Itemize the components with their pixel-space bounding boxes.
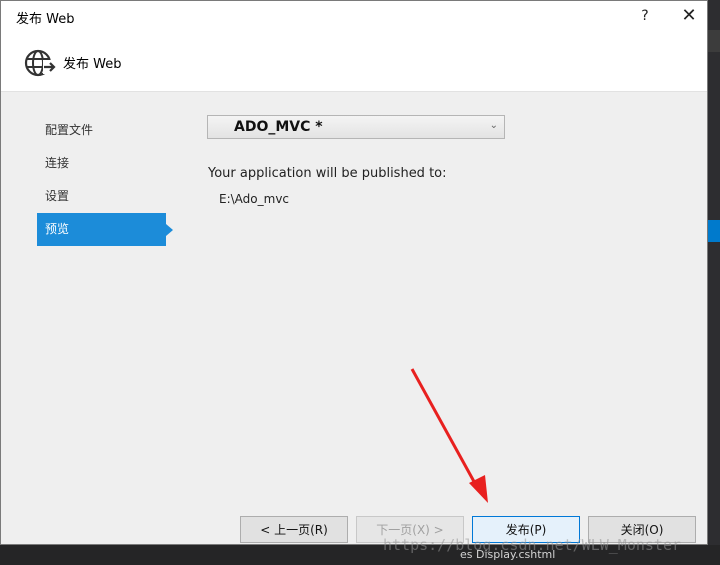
globe-publish-icon — [24, 49, 57, 77]
nav-item-connection[interactable]: 连接 — [37, 147, 167, 180]
header-title: 发布 Web — [63, 57, 122, 72]
chevron-down-icon: ⌄ — [489, 120, 498, 131]
previous-button[interactable]: < 上一页(R) — [240, 516, 348, 543]
nav-item-preview[interactable]: 预览 — [37, 213, 173, 246]
window-title: 发布 Web — [16, 12, 75, 27]
publish-web-dialog: 发布 Web ? ✕ 发布 Web 配置文件 连接 设置 预览 ADO_MVC — [0, 0, 708, 545]
publish-target-label: Your application will be published to: — [208, 166, 447, 181]
nav-item-label: 设置 — [45, 189, 70, 203]
profile-dropdown[interactable]: ADO_MVC * ⌄ — [207, 115, 505, 139]
close-window-button[interactable]: ✕ — [677, 5, 701, 27]
nav-item-label: 预览 — [45, 222, 70, 236]
dialog-header: 发布 Web — [1, 32, 707, 92]
profile-selected-value: ADO_MVC * — [234, 119, 323, 135]
nav-item-profile[interactable]: 配置文件 — [37, 114, 167, 147]
active-pointer-icon — [166, 224, 173, 236]
publish-target-path: E:\Ado_mvc — [219, 192, 290, 206]
nav-item-label: 配置文件 — [45, 123, 94, 137]
watermark-text: https://blog.csdn.net/WLW_Monster — [383, 536, 682, 554]
ide-selection-marker — [708, 220, 720, 242]
title-bar: 发布 Web ? ✕ — [1, 1, 707, 32]
help-button[interactable]: ? — [635, 5, 655, 27]
wizard-nav: 配置文件 连接 设置 预览 — [37, 114, 173, 246]
nav-item-label: 连接 — [45, 156, 70, 170]
ide-background-right — [708, 0, 720, 565]
ide-scroll-marker — [708, 30, 720, 52]
nav-item-settings[interactable]: 设置 — [37, 180, 167, 213]
